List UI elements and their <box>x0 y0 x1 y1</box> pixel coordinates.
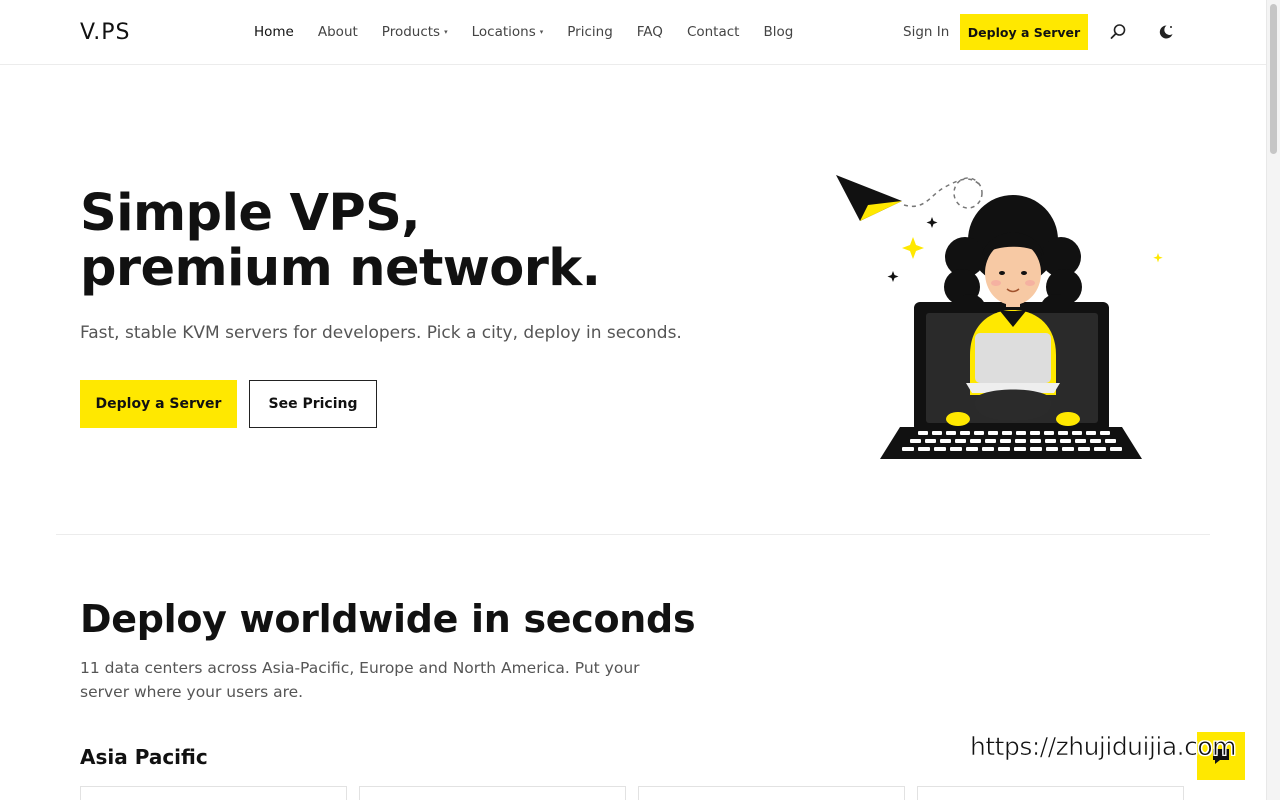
site-header: V.PS Home About Products ▾ Locations ▾ P… <box>0 0 1266 65</box>
location-card[interactable] <box>638 786 905 800</box>
nav-item-faq[interactable]: FAQ <box>637 24 663 40</box>
site-logo[interactable]: V.PS <box>80 20 130 45</box>
hero-deploy-button[interactable]: Deploy a Server <box>80 380 237 428</box>
section-title: Deploy worldwide in seconds <box>80 597 696 641</box>
main-nav: Home About Products ▾ Locations ▾ Pricin… <box>254 0 817 64</box>
nav-item-label: Home <box>254 24 294 40</box>
moon-icon[interactable] <box>1156 22 1176 42</box>
nav-item-contact[interactable]: Contact <box>687 24 740 40</box>
scrollbar-thumb[interactable] <box>1270 4 1277 154</box>
nav-item-label: Blog <box>763 24 794 40</box>
watermark: https://zhujiduijia.com <box>970 732 1237 762</box>
chevron-down-icon: ▾ <box>444 28 448 36</box>
nav-item-home[interactable]: Home <box>254 24 294 40</box>
chevron-down-icon: ▾ <box>539 28 544 36</box>
region-title: Asia Pacific <box>80 745 208 769</box>
see-pricing-button[interactable]: See Pricing <box>249 380 377 428</box>
nav-item-pricing[interactable]: Pricing <box>567 24 613 40</box>
nav-item-label: FAQ <box>636 24 663 40</box>
nav-item-label: Contact <box>686 24 740 40</box>
nav-item-label: About <box>317 24 358 40</box>
nav-item-label: Products <box>381 24 441 40</box>
location-card[interactable] <box>80 786 347 800</box>
hero-subtitle: Fast, stable KVM servers for developers.… <box>80 323 682 343</box>
paper-plane-icon <box>836 175 983 221</box>
nav-item-label: Locations <box>471 24 536 40</box>
hero-title-line: premium network. <box>80 239 601 298</box>
hero-title: Simple VPS, premium network. <box>80 184 601 298</box>
deploy-server-button[interactable]: Deploy a Server <box>960 14 1088 50</box>
location-card[interactable] <box>359 786 626 800</box>
search-icon[interactable] <box>1108 22 1128 42</box>
nav-item-products[interactable]: Products ▾ <box>382 24 448 40</box>
hero-title-line: Simple VPS, <box>80 184 421 243</box>
nav-item-label: Pricing <box>567 24 613 40</box>
nav-item-about[interactable]: About <box>318 24 358 40</box>
section-divider <box>56 534 1210 535</box>
scrollbar[interactable] <box>1266 0 1280 800</box>
section-description: 11 data centers across Asia-Pacific, Eur… <box>80 659 640 701</box>
hero-illustration <box>830 165 1170 465</box>
nav-item-locations[interactable]: Locations ▾ <box>472 24 544 40</box>
sign-in-link[interactable]: Sign In <box>903 24 949 40</box>
location-card[interactable] <box>917 786 1184 800</box>
nav-item-blog[interactable]: Blog <box>763 24 793 40</box>
